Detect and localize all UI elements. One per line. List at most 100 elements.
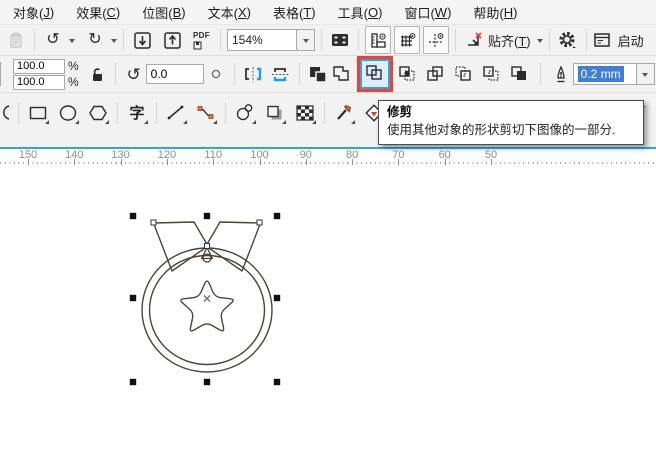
- selection-handle[interactable]: [273, 378, 281, 386]
- snap-to-menu[interactable]: 贴齐(T): [486, 27, 533, 53]
- medal-inner-circle[interactable]: [148, 254, 266, 366]
- zoom-level-combo[interactable]: 154%: [227, 29, 315, 51]
- scale-x-field[interactable]: [13, 58, 65, 74]
- redo-dropdown-caret[interactable]: [111, 38, 117, 46]
- ribbon-right[interactable]: [205, 221, 262, 272]
- options-button[interactable]: [556, 27, 580, 53]
- curve-tool-partial[interactable]: [0, 99, 12, 127]
- menu-item-j[interactable]: 对象(J): [2, 0, 65, 24]
- intersect-icon: [398, 65, 417, 83]
- text-tool-label: 字: [129, 105, 145, 122]
- ruler-tick: [305, 159, 307, 165]
- intersect-button[interactable]: [396, 61, 420, 87]
- selection-handle[interactable]: [273, 294, 281, 302]
- launch-label: 启动: [617, 33, 644, 49]
- export-icon: [163, 31, 182, 50]
- selection-handle[interactable]: [203, 212, 211, 220]
- zoom-level-field[interactable]: 154%: [227, 29, 297, 51]
- transparency-tool[interactable]: [292, 99, 318, 127]
- redo-button[interactable]: ↻: [83, 27, 107, 53]
- separator: [114, 63, 116, 85]
- eyedropper-tool[interactable]: [331, 99, 357, 127]
- guidelines-icon: [427, 31, 446, 50]
- grid-icon: [398, 31, 417, 50]
- star-shape[interactable]: [180, 280, 234, 332]
- scale-y-field[interactable]: [13, 74, 65, 90]
- simplify-button[interactable]: [424, 61, 448, 87]
- selection-handle[interactable]: [129, 378, 137, 386]
- separator: [233, 63, 235, 85]
- snap-off-button[interactable]: [462, 27, 486, 53]
- outline-width-field[interactable]: 0.2 mm: [572, 63, 637, 85]
- curve-node[interactable]: [150, 219, 157, 226]
- menu-item-x[interactable]: 文本(X): [197, 0, 262, 24]
- separator: [358, 29, 359, 51]
- fullscreen-preview-button[interactable]: [328, 27, 352, 53]
- show-guidelines-toggle[interactable]: [423, 26, 449, 54]
- outline-width-dropdown[interactable]: [636, 63, 655, 85]
- lock-ratio-button[interactable]: [85, 61, 109, 87]
- chevron-down-icon: [642, 72, 649, 80]
- separator: [123, 29, 124, 51]
- weld-button[interactable]: [330, 61, 354, 87]
- rectangle-tool[interactable]: [25, 99, 51, 127]
- connector-tool[interactable]: [193, 99, 219, 127]
- selection-handle[interactable]: [129, 294, 137, 302]
- combine-icon: [308, 65, 328, 84]
- import-button[interactable]: [130, 27, 154, 53]
- show-grid-toggle[interactable]: [394, 26, 420, 54]
- export-button[interactable]: [160, 27, 184, 53]
- mirror-vertical-icon: [271, 65, 291, 84]
- ruler[interactable]: 150 140 130 120 110 100 90 80 70 60 50: [0, 149, 656, 167]
- selection-handle[interactable]: [203, 378, 211, 386]
- combine-button[interactable]: [306, 61, 330, 87]
- snap-to-caret[interactable]: [536, 38, 543, 46]
- ribbon-left[interactable]: [152, 221, 209, 272]
- show-rulers-toggle[interactable]: [365, 26, 391, 54]
- curve-node[interactable]: [256, 219, 263, 226]
- line-tool[interactable]: [163, 99, 189, 127]
- launch-button[interactable]: 启动: [593, 27, 644, 53]
- outline-width-combo[interactable]: 0.2 mm: [572, 63, 655, 85]
- paste-button[interactable]: [4, 27, 28, 53]
- medal-outer-circle[interactable]: [141, 247, 273, 373]
- undo-button[interactable]: ↺: [41, 27, 65, 53]
- curve-node[interactable]: [204, 243, 210, 249]
- publish-to-pdf-button[interactable]: PDF: [190, 27, 214, 53]
- rotate-icon: ↺: [126, 64, 141, 84]
- mirror-vertical-button[interactable]: [269, 61, 293, 87]
- zoom-dropdown-button[interactable]: [297, 29, 315, 51]
- medal-drawing[interactable]: [115, 205, 295, 397]
- separator: [18, 101, 19, 124]
- simplify-icon: [426, 65, 445, 83]
- separator: [117, 101, 118, 124]
- trim-button[interactable]: [359, 59, 390, 89]
- undo-dropdown-caret[interactable]: [69, 38, 75, 46]
- separator: [321, 29, 322, 51]
- menu-item-h[interactable]: 帮助(H): [462, 0, 528, 24]
- mirror-horizontal-icon: [242, 66, 264, 83]
- menu-item-w[interactable]: 窗口(W): [393, 0, 462, 24]
- ruler-tick: [28, 159, 29, 165]
- polygon-tool[interactable]: [85, 99, 111, 127]
- selection-handle[interactable]: [273, 212, 281, 220]
- selection-handle[interactable]: [129, 212, 137, 220]
- menu-item-b[interactable]: 位图(B): [131, 0, 196, 24]
- text-tool[interactable]: 字: [124, 99, 150, 127]
- create-boundary-button[interactable]: [508, 61, 532, 87]
- menu-item-t[interactable]: 表格(T): [262, 0, 327, 24]
- back-minus-front-button[interactable]: [480, 61, 504, 87]
- eyedropper-icon: [337, 105, 351, 120]
- rotation-angle-field[interactable]: [145, 64, 204, 84]
- shadow-tool[interactable]: [262, 99, 288, 127]
- contour-tool[interactable]: [232, 99, 258, 127]
- mirror-horizontal-button[interactable]: [241, 61, 265, 87]
- pdf-icon: PDF: [190, 31, 214, 50]
- menu-item-o[interactable]: 工具(O): [327, 0, 394, 24]
- transparency-icon: [296, 104, 314, 121]
- canvas[interactable]: [0, 166, 656, 461]
- separator: [539, 63, 541, 85]
- front-minus-back-button[interactable]: [452, 61, 476, 87]
- menu-item-c[interactable]: 效果(C): [65, 0, 131, 24]
- ellipse-tool[interactable]: [55, 99, 81, 127]
